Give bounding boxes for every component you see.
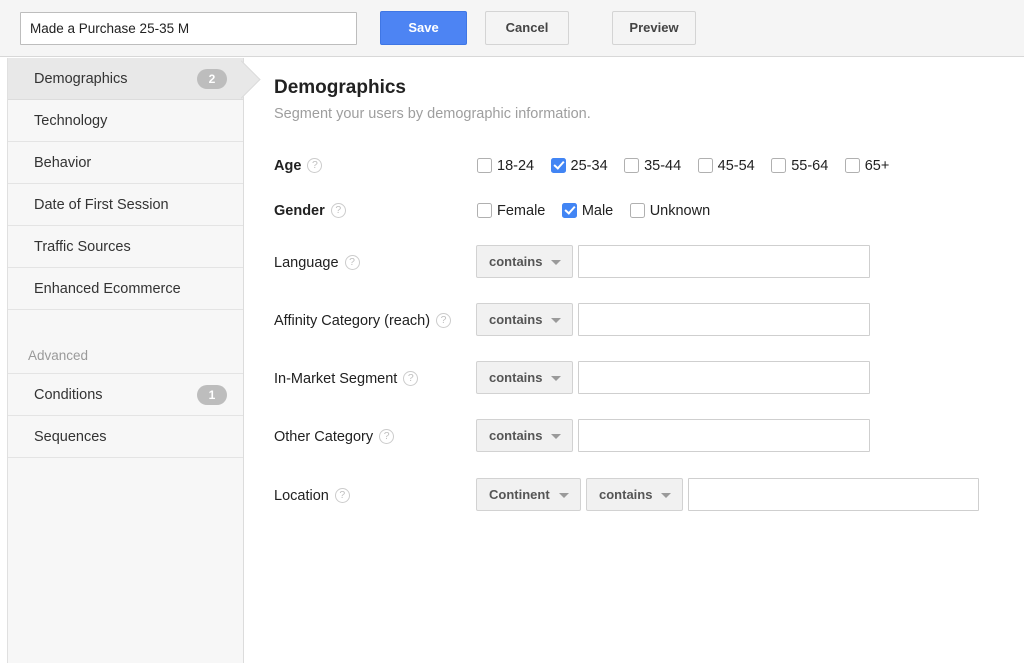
sidebar-item-label: Enhanced Ecommerce (34, 281, 181, 297)
age-label: Age? (274, 146, 323, 186)
gender-checkbox-male[interactable]: Male (561, 191, 613, 231)
in-market-segment-value-input[interactable] (578, 361, 870, 394)
age-checkbox-45-54[interactable]: 45-54 (697, 146, 755, 186)
in-market-segment-match-dropdown[interactable]: contains (476, 361, 573, 394)
top-toolbar: Save Cancel Preview (0, 0, 1024, 57)
help-icon[interactable]: ? (307, 157, 323, 173)
segment-name-input[interactable] (20, 12, 357, 45)
help-icon[interactable]: ? (344, 254, 360, 270)
help-icon[interactable]: ? (379, 428, 395, 444)
sidebar-item-sequences[interactable]: Sequences (8, 416, 243, 458)
other-category-row: Other Category? contains (245, 417, 1024, 457)
sidebar-spacer (8, 310, 243, 346)
sidebar-item-technology[interactable]: Technology (8, 100, 243, 142)
location-match-dropdown[interactable]: contains (586, 478, 683, 511)
sidebar-item-label: Conditions (34, 387, 103, 403)
age-row: Age? 18-24 25-34 35-44 45-54 55-64 65+ (245, 146, 1024, 186)
age-checkbox-65-plus[interactable]: 65+ (844, 146, 889, 186)
affinity-category-label: Affinity Category (reach)? (274, 301, 452, 341)
preview-button[interactable]: Preview (612, 11, 696, 45)
sidebar-item-label: Date of First Session (34, 197, 169, 213)
chevron-down-icon (551, 434, 561, 439)
help-icon[interactable]: ? (330, 202, 346, 218)
chevron-down-icon (559, 493, 569, 498)
checkbox-box (629, 202, 645, 218)
sidebar-item-behavior[interactable]: Behavior (8, 142, 243, 184)
age-checkbox-group: 18-24 25-34 35-44 45-54 55-64 65+ (477, 146, 901, 186)
age-checkbox-25-34[interactable]: 25-34 (550, 146, 608, 186)
sidebar-item-label: Demographics (34, 71, 128, 87)
sidebar-item-demographics[interactable]: Demographics 2 (8, 58, 243, 100)
gender-checkbox-female[interactable]: Female (477, 191, 545, 231)
sidebar-badge-demographics: 2 (197, 69, 227, 89)
checkbox-box (697, 157, 713, 173)
gender-row: Gender? Female Male Unknown (245, 191, 1024, 231)
chevron-down-icon (661, 493, 671, 498)
gender-checkbox-group: Female Male Unknown (477, 191, 722, 231)
sidebar-item-label: Sequences (34, 429, 107, 445)
location-value-input[interactable] (688, 478, 979, 511)
checkbox-box (477, 157, 492, 173)
help-icon[interactable]: ? (403, 370, 419, 386)
sidebar-item-label: Traffic Sources (34, 239, 131, 255)
sidebar-section-advanced: Advanced (8, 346, 243, 374)
in-market-segment-label: In-Market Segment? (274, 359, 419, 399)
language-match-dropdown[interactable]: contains (476, 245, 573, 278)
sidebar-item-enhanced-ecommerce[interactable]: Enhanced Ecommerce (8, 268, 243, 310)
chevron-down-icon (551, 318, 561, 323)
sidebar-badge-conditions: 1 (197, 385, 227, 405)
help-icon[interactable]: ? (334, 487, 350, 503)
checkbox-box (624, 157, 640, 173)
affinity-category-row: Affinity Category (reach)? contains (245, 301, 1024, 341)
sidebar-item-label: Behavior (34, 155, 92, 171)
language-label: Language? (274, 243, 360, 283)
other-category-value-input[interactable] (578, 419, 870, 452)
affinity-category-value-input[interactable] (578, 303, 870, 336)
chevron-down-icon (551, 376, 561, 381)
location-label: Location? (274, 476, 350, 516)
page-title: Demographics (274, 77, 406, 98)
in-market-segment-row: In-Market Segment? contains (245, 359, 1024, 399)
checkbox-box (561, 202, 577, 218)
chevron-down-icon (551, 260, 561, 265)
age-checkbox-18-24[interactable]: 18-24 (477, 146, 534, 186)
help-icon[interactable]: ? (436, 312, 452, 328)
checkbox-box (550, 157, 566, 173)
page-subtitle: Segment your users by demographic inform… (274, 106, 591, 122)
main-panel: Demographics Segment your users by demog… (245, 58, 1024, 663)
checkbox-box (771, 157, 787, 173)
other-category-match-dropdown[interactable]: contains (476, 419, 573, 452)
age-checkbox-35-44[interactable]: 35-44 (624, 146, 681, 186)
checkbox-box (844, 157, 860, 173)
sidebar: Demographics 2 Technology Behavior Date … (7, 58, 244, 663)
cancel-button[interactable]: Cancel (485, 11, 569, 45)
checkbox-box (477, 202, 492, 218)
gender-checkbox-unknown[interactable]: Unknown (629, 191, 710, 231)
location-row: Location? Continent contains (245, 476, 1024, 516)
age-checkbox-55-64[interactable]: 55-64 (771, 146, 828, 186)
location-scope-dropdown[interactable]: Continent (476, 478, 581, 511)
sidebar-item-label: Technology (34, 113, 108, 129)
affinity-category-match-dropdown[interactable]: contains (476, 303, 573, 336)
language-row: Language? contains (245, 243, 1024, 283)
sidebar-item-date-of-first-session[interactable]: Date of First Session (8, 184, 243, 226)
sidebar-item-traffic-sources[interactable]: Traffic Sources (8, 226, 243, 268)
sidebar-item-conditions[interactable]: Conditions 1 (8, 374, 243, 416)
gender-label: Gender? (274, 191, 346, 231)
save-button[interactable]: Save (380, 11, 467, 45)
language-value-input[interactable] (578, 245, 870, 278)
other-category-label: Other Category? (274, 417, 395, 457)
